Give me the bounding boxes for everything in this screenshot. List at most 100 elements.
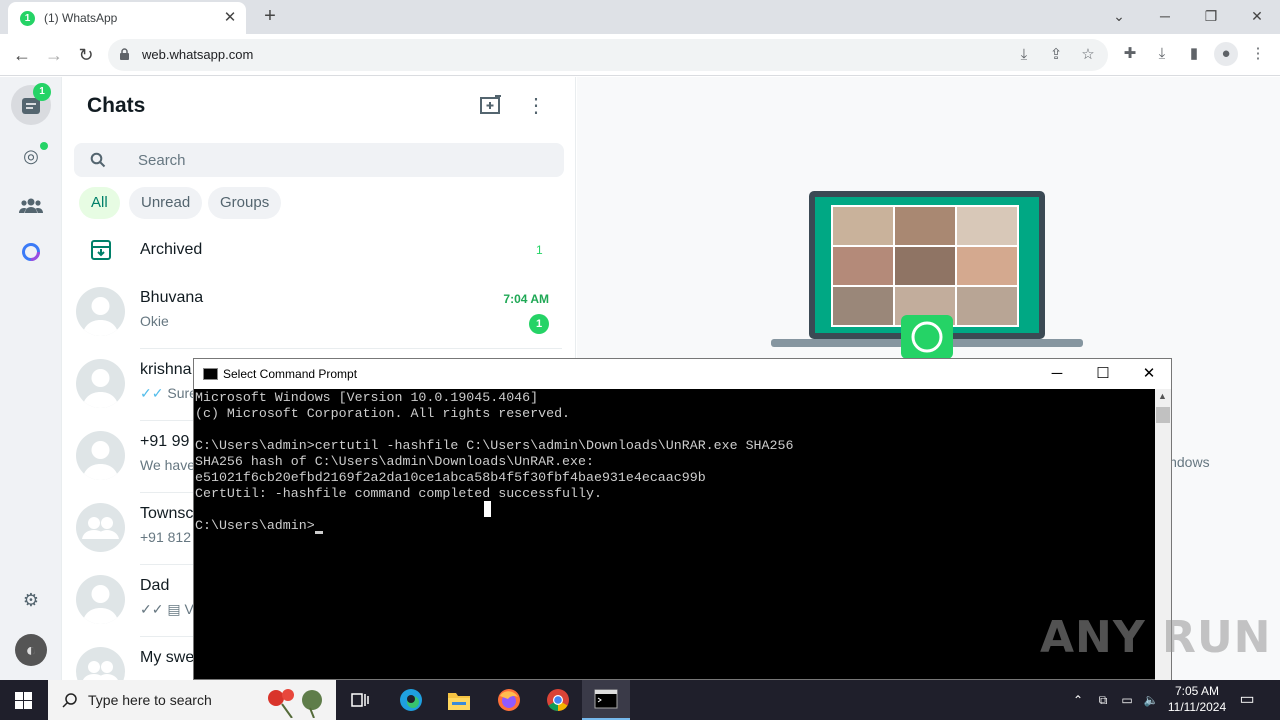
browser-toolbar: ← → ↻ web.whatsapp.com ⤓ ⇪ ☆ ✚ ⤓ ▮ ● ⋮ bbox=[0, 34, 1280, 76]
tab-close-icon[interactable]: ✕ bbox=[220, 8, 240, 28]
scrollbar-thumb[interactable] bbox=[1156, 407, 1170, 423]
search-input[interactable]: Search bbox=[74, 143, 564, 177]
reload-button[interactable]: ↻ bbox=[73, 42, 99, 68]
cmd-console-output[interactable]: Microsoft Windows [Version 10.0.19045.40… bbox=[194, 389, 1154, 681]
chat-time: 7:04 AM bbox=[503, 292, 549, 306]
forward-button[interactable]: → bbox=[41, 42, 67, 68]
chrome-taskbar-icon[interactable] bbox=[534, 680, 582, 720]
taskbar-search-box[interactable]: Type here to search bbox=[48, 680, 336, 720]
avatar bbox=[76, 359, 125, 408]
cmd-app-icon bbox=[203, 368, 218, 380]
clock-time: 7:05 AM bbox=[1174, 684, 1220, 698]
unread-badge: 1 bbox=[529, 314, 549, 334]
taskbar-search-placeholder: Type here to search bbox=[88, 692, 212, 708]
chat-row[interactable]: Bhuvana Okie 7:04 AM 1 bbox=[62, 277, 576, 349]
chat-last-message: +91 812 bbox=[140, 529, 191, 545]
minimize-button[interactable]: ─ bbox=[1142, 2, 1188, 30]
search-icon bbox=[90, 152, 106, 168]
network-icon[interactable]: ▭ bbox=[1118, 680, 1136, 720]
cmd-taskbar-icon[interactable] bbox=[582, 680, 630, 720]
tab-title: (1) WhatsApp bbox=[44, 11, 118, 25]
tab-search-icon[interactable]: ⌄ bbox=[1096, 2, 1142, 30]
firefox-taskbar-icon[interactable] bbox=[485, 680, 533, 720]
meta-ai-icon[interactable] bbox=[15, 240, 47, 272]
avatar bbox=[76, 287, 125, 336]
communities-nav-icon[interactable] bbox=[15, 191, 47, 223]
clock[interactable]: 7:05 AM 11/11/2024 bbox=[1164, 680, 1230, 720]
menu-kebab-icon[interactable]: ⋮ bbox=[526, 93, 546, 119]
page-title: Chats bbox=[87, 94, 146, 117]
browser-tabstrip: 1 (1) WhatsApp ✕ + ⌄ ─ ❐ ✕ bbox=[0, 0, 1280, 34]
downloads-icon[interactable]: ⤓ bbox=[1150, 42, 1174, 66]
chat-name: Bhuvana bbox=[140, 289, 204, 306]
chat-name: Dad bbox=[140, 577, 170, 594]
new-chat-icon[interactable] bbox=[480, 95, 504, 119]
chat-name: +91 99 bbox=[140, 433, 190, 450]
extensions-icon[interactable]: ✚ bbox=[1118, 42, 1142, 66]
device-icon[interactable]: ⧉ bbox=[1094, 680, 1112, 720]
group-avatar bbox=[76, 647, 125, 680]
profile-avatar-icon[interactable]: ● bbox=[1214, 42, 1238, 66]
clock-date: 11/11/2024 bbox=[1167, 700, 1227, 714]
watermark: ANY RUN bbox=[1040, 612, 1272, 663]
task-view-button[interactable] bbox=[336, 680, 384, 720]
search-icon bbox=[62, 693, 77, 708]
double-check-icon: ✓✓ bbox=[140, 601, 168, 617]
volume-icon[interactable]: 🔈 bbox=[1142, 680, 1160, 720]
prompt-text: C:\Users\admin> bbox=[195, 518, 315, 533]
status-dot bbox=[40, 142, 48, 150]
group-avatar bbox=[76, 503, 125, 552]
edge-taskbar-icon[interactable] bbox=[387, 680, 435, 720]
scroll-up-arrow-icon[interactable]: ▲ bbox=[1158, 391, 1167, 401]
command-prompt-window[interactable]: Select Command Prompt ─ ☐ ✕ Microsoft Wi… bbox=[193, 358, 1172, 681]
file-explorer-taskbar-icon[interactable] bbox=[435, 680, 483, 720]
bookmark-star-icon[interactable]: ☆ bbox=[1076, 43, 1100, 67]
settings-gear-icon[interactable]: ⚙ bbox=[15, 584, 47, 616]
chat-last-message: We have bbox=[140, 457, 195, 473]
filter-groups[interactable]: Groups bbox=[208, 187, 282, 219]
cmd-close-button[interactable]: ✕ bbox=[1126, 359, 1172, 389]
share-icon[interactable]: ⇪ bbox=[1044, 43, 1068, 67]
chat-name: krishna bbox=[140, 361, 192, 378]
browser-menu-icon[interactable]: ⋮ bbox=[1246, 42, 1270, 66]
tab-whatsapp[interactable]: 1 (1) WhatsApp ✕ bbox=[8, 2, 246, 34]
avatar bbox=[76, 575, 125, 624]
filter-all[interactable]: All bbox=[79, 187, 120, 219]
console-prompt-line: C:\Users\admin> bbox=[195, 518, 1154, 534]
console-line: CertUtil: -hashfile command completed su… bbox=[195, 486, 602, 501]
show-hidden-icons-chevron-icon[interactable]: ⌃ bbox=[1070, 680, 1086, 720]
archived-row[interactable]: Archived 1 bbox=[62, 229, 576, 275]
close-window-button[interactable]: ✕ bbox=[1234, 2, 1280, 30]
url-text: web.whatsapp.com bbox=[142, 47, 254, 62]
avatar bbox=[76, 431, 125, 480]
chat-name: My swe bbox=[140, 649, 195, 666]
double-check-icon: ✓✓ bbox=[140, 385, 168, 401]
windows-logo-icon bbox=[15, 692, 32, 709]
console-line: e51021f6cb20efbd2169f2a2da10ce1abca58b4f… bbox=[195, 470, 706, 485]
new-tab-button[interactable]: + bbox=[258, 5, 282, 29]
cmd-maximize-button[interactable]: ☐ bbox=[1080, 359, 1126, 389]
address-bar[interactable]: web.whatsapp.com ⤓ ⇪ ☆ bbox=[108, 39, 1108, 71]
archived-count: 1 bbox=[536, 243, 543, 257]
install-app-icon[interactable]: ⤓ bbox=[1012, 43, 1036, 67]
document-icon: ▤ bbox=[167, 601, 185, 617]
restore-button[interactable]: ❐ bbox=[1188, 2, 1234, 30]
start-button[interactable] bbox=[0, 680, 48, 720]
side-panel-icon[interactable]: ▮ bbox=[1182, 42, 1206, 66]
cmd-title-bar[interactable]: Select Command Prompt ─ ☐ ✕ bbox=[194, 359, 1171, 389]
notifications-icon[interactable]: ▭ bbox=[1236, 680, 1258, 720]
archived-label: Archived bbox=[140, 241, 203, 258]
taskbar: Type here to search ⌃ ⧉ ▭ 🔈 7:05 AM 11/1… bbox=[0, 680, 1280, 720]
lock-icon bbox=[120, 48, 129, 60]
back-button[interactable]: ← bbox=[9, 42, 35, 68]
chats-unread-badge: 1 bbox=[33, 83, 51, 101]
filter-unread[interactable]: Unread bbox=[129, 187, 203, 219]
text-cursor bbox=[314, 531, 323, 534]
chat-name: Townsc bbox=[140, 505, 194, 522]
console-line: SHA256 hash of C:\Users\admin\Downloads\… bbox=[195, 454, 594, 469]
console-line: C:\Users\admin>certutil -hashfile C:\Use… bbox=[195, 438, 794, 453]
cmd-minimize-button[interactable]: ─ bbox=[1034, 359, 1080, 389]
search-highlight-illustration-icon bbox=[268, 689, 322, 718]
console-line: Microsoft Windows [Version 10.0.19045.40… bbox=[195, 390, 539, 405]
profile-avatar[interactable]: ◐ bbox=[15, 634, 47, 666]
